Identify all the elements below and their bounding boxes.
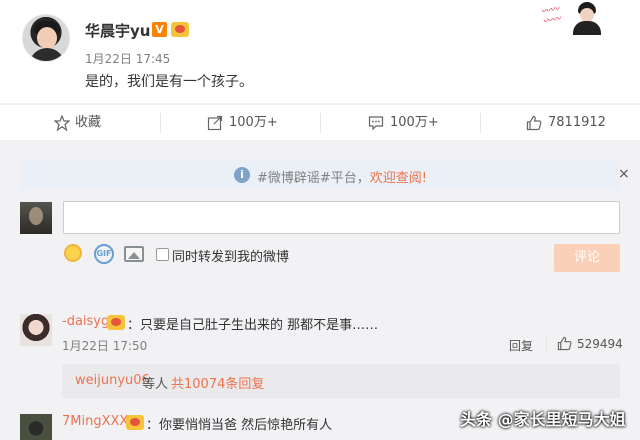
comment-divider xyxy=(546,336,547,351)
repost-icon xyxy=(207,115,223,131)
repost-checkbox[interactable] xyxy=(156,248,169,261)
watermark: 头条 @家长里短马大姐 xyxy=(460,410,626,429)
comment-input[interactable] xyxy=(63,201,620,234)
star-icon xyxy=(54,115,70,131)
thumbs-up-icon[interactable] xyxy=(557,336,572,351)
repost-checkbox-label[interactable]: 同时转发到我的微博 xyxy=(172,246,289,265)
author-name[interactable]: 华晨宇yu xyxy=(85,20,150,41)
corner-person-figure xyxy=(570,2,604,35)
member-crown-icon xyxy=(171,22,189,37)
current-user-avatar[interactable] xyxy=(20,202,52,234)
notice-text: #微博辟谣#平台，欢迎查阅! xyxy=(257,167,427,186)
emoji-icon[interactable] xyxy=(64,244,82,262)
post-card: 华晨宇yu V 1月22日 17:45 是的，我们是有一个孩子。 〰〰 〰〰 xyxy=(0,0,640,103)
comment-time: 1月22日 17:50 xyxy=(62,339,148,353)
notice-link[interactable]: 欢迎查阅! xyxy=(370,171,427,186)
thumbs-up-icon xyxy=(526,115,542,131)
member-crown-icon xyxy=(126,415,144,430)
submit-comment-button[interactable]: 评论 xyxy=(554,244,620,272)
commenter-name[interactable]: 7MingXXX xyxy=(62,414,128,429)
commenter-name[interactable]: -daisyg xyxy=(62,314,109,329)
post-action-bar: 收藏 100万+ 100万+ 7811912 xyxy=(0,104,640,140)
action-divider xyxy=(480,113,481,133)
author-avatar[interactable] xyxy=(22,14,70,62)
rumor-notice-bar: i #微博辟谣#平台，欢迎查阅! × xyxy=(20,160,630,190)
post-text: 是的，我们是有一个孩子。 xyxy=(85,74,253,90)
favorite-label: 收藏 xyxy=(75,115,102,130)
like-count: 7811912 xyxy=(548,115,606,130)
close-icon[interactable]: × xyxy=(618,166,630,182)
comment-like-count: 529494 xyxy=(577,337,623,351)
replies-middle-text: 等人 xyxy=(142,377,169,392)
commenter-avatar[interactable] xyxy=(20,314,52,346)
verified-badge-icon: V xyxy=(152,22,167,37)
action-divider xyxy=(320,113,321,133)
gif-icon[interactable]: GIF xyxy=(94,244,114,264)
notice-topic[interactable]: #微博辟谣#平台， xyxy=(257,171,370,186)
repost-count: 100万+ xyxy=(229,115,278,130)
corner-signature-art: 〰〰 〰〰 xyxy=(540,4,562,28)
comment-text: ：只要是自己肚子生出来的 那都不是事…… xyxy=(127,318,379,333)
reply-user-name[interactable]: weijunyu06 xyxy=(75,373,150,388)
replies-count-link[interactable]: 共10074条回复 xyxy=(171,373,264,392)
avatar-shirt xyxy=(29,48,65,61)
comment-text: ：你要悄悄当爸 然后惊艳所有人 xyxy=(146,418,333,433)
corner-decoration-image: 〰〰 〰〰 xyxy=(540,0,640,36)
image-icon[interactable] xyxy=(124,246,144,262)
action-divider xyxy=(160,113,161,133)
post-time[interactable]: 1月22日 17:45 xyxy=(85,50,170,67)
reply-button[interactable]: 回复 xyxy=(509,337,533,354)
avatar-face xyxy=(37,27,57,49)
member-crown-icon xyxy=(107,315,125,330)
comment-count: 100万+ xyxy=(390,115,439,130)
replies-summary[interactable]: weijunyu06 等人 共10074条回复 xyxy=(62,364,620,398)
info-icon: i xyxy=(234,167,250,183)
commenter-avatar[interactable] xyxy=(20,414,52,440)
comment-icon xyxy=(368,116,384,131)
